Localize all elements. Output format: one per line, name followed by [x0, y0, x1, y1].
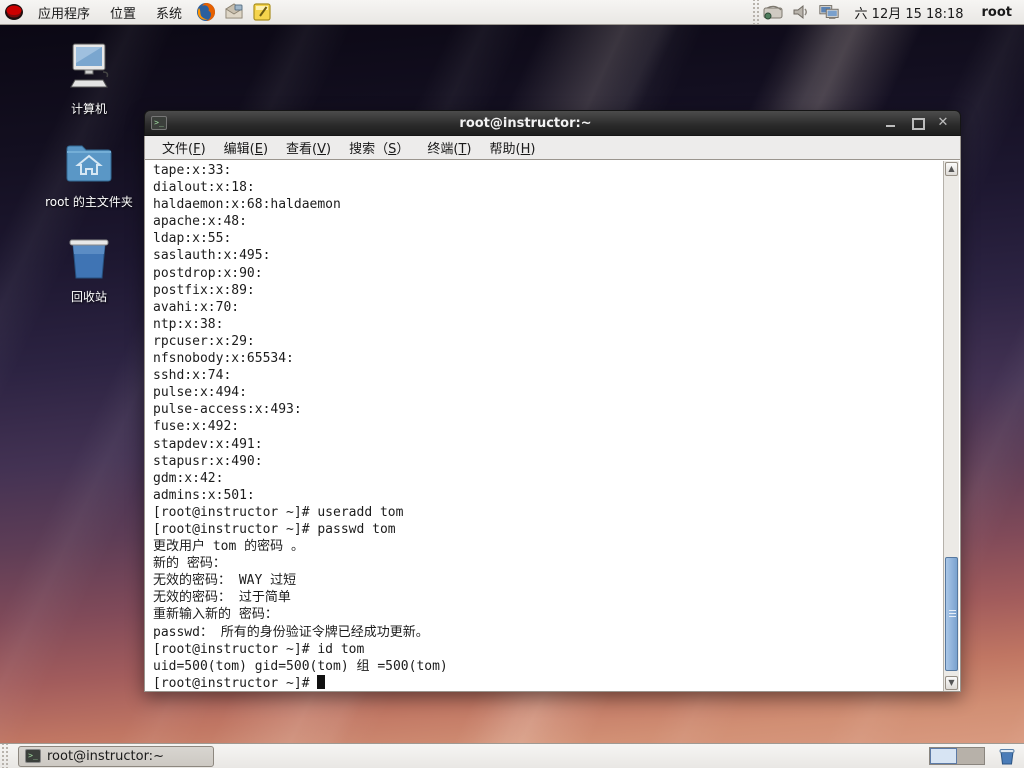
taskbar-window-label: root@instructor:~	[47, 748, 164, 764]
terminal-line: 重新输入新的 密码：	[153, 607, 278, 623]
home-folder-icon	[63, 141, 115, 189]
workspace-1[interactable]	[930, 748, 957, 764]
menu-terminal[interactable]: 终端(T)	[418, 138, 480, 157]
taskbar-trash-icon[interactable]	[996, 746, 1018, 766]
taskbar-terminal-icon: >_	[25, 749, 41, 763]
desktop-icon-computer[interactable]: 计算机	[30, 40, 148, 117]
email-icon[interactable]	[223, 1, 245, 23]
terminal-window-icon: >_	[151, 116, 167, 130]
menu-places[interactable]: 位置	[100, 0, 146, 24]
terminal-line: 更改用户 tom 的密码 。	[153, 539, 304, 555]
screen: 应用程序 位置 系统 六 12月 15 18:18 root 计算机 root …	[0, 0, 1024, 768]
terminal-line: avahi:x:70:	[153, 299, 240, 315]
computer-icon	[63, 40, 115, 96]
terminal-line: 新的 密码：	[153, 556, 226, 572]
terminal-line: 无效的密码： 过于简单	[153, 590, 291, 606]
terminal-menubar: 文件(F) 编辑(E) 查看(V) 搜索（S） 终端(T) 帮助(H)	[144, 136, 961, 160]
terminal-line: pulse-access:x:493:	[153, 402, 302, 418]
workspace-2[interactable]	[957, 748, 984, 764]
terminal-window: >_ root@instructor:~ ✕ 文件(F) 编辑(E) 查看(V)…	[144, 110, 961, 692]
terminal-line: postdrop:x:90:	[153, 265, 263, 281]
desktop-icons: 计算机 root 的主文件夹 回收站	[30, 40, 148, 329]
terminal-line: saslauth:x:495:	[153, 248, 271, 264]
terminal-line: [root@instructor ~]# id tom	[153, 641, 365, 657]
keyboard-icon[interactable]	[762, 2, 784, 22]
display-icon[interactable]	[818, 2, 840, 22]
terminal-prompt: [root@instructor ~]#	[153, 675, 318, 691]
top-panel: 应用程序 位置 系统 六 12月 15 18:18 root	[0, 0, 1024, 25]
terminal-line: haldaemon:x:68:haldaemon	[153, 197, 341, 213]
terminal-line: rpcuser:x:29:	[153, 333, 255, 349]
menu-help[interactable]: 帮助(H)	[480, 138, 544, 157]
scrollbar-thumb[interactable]	[945, 557, 958, 671]
terminal-line: tape:x:33:	[153, 163, 232, 178]
terminal-line: gdm:x:42:	[153, 470, 224, 486]
terminal-line: uid=500(tom) gid=500(tom) 组 =500(tom)	[153, 658, 448, 674]
terminal-line: [root@instructor ~]# passwd tom	[153, 521, 396, 537]
terminal-scrollbar[interactable]: ▲ ▼	[943, 161, 959, 691]
scroll-down-icon[interactable]: ▼	[945, 676, 958, 690]
desktop-icon-home-folder-label: root 的主文件夹	[45, 195, 133, 209]
menu-search[interactable]: 搜索（S）	[340, 138, 418, 157]
user-menu[interactable]: root	[976, 5, 1024, 20]
terminal-titlebar[interactable]: >_ root@instructor:~ ✕	[144, 110, 961, 136]
redhat-logo-icon[interactable]	[3, 1, 25, 23]
menu-file[interactable]: 文件(F)	[153, 138, 215, 157]
minimize-button[interactable]	[884, 116, 898, 130]
volume-icon[interactable]	[790, 2, 812, 22]
close-button[interactable]: ✕	[936, 116, 950, 130]
taskbar-grip[interactable]	[0, 744, 8, 768]
terminal-line: ntp:x:38:	[153, 316, 224, 332]
terminal-line: stapdev:x:491:	[153, 436, 263, 452]
terminal-line: dialout:x:18:	[153, 180, 255, 196]
window-title: root@instructor:~	[459, 115, 592, 131]
text-editor-icon[interactable]	[251, 1, 273, 23]
terminal-line: 无效的密码： WAY 过短	[153, 573, 297, 589]
menu-applications[interactable]: 应用程序	[28, 0, 100, 24]
firefox-icon[interactable]	[195, 1, 217, 23]
terminal-line: passwd： 所有的身份验证令牌已经成功更新。	[153, 624, 429, 640]
terminal-line: [root@instructor ~]# useradd tom	[153, 504, 404, 520]
panel-grip[interactable]	[750, 0, 759, 24]
menu-places-label: 位置	[110, 6, 137, 22]
terminal-line: admins:x:501:	[153, 487, 255, 503]
terminal-content[interactable]: tape:x:33: dialout:x:18: haldaemon:x:68:ha…	[144, 160, 961, 692]
terminal-line: nfsnobody:x:65534:	[153, 351, 294, 367]
menu-view[interactable]: 查看(V)	[277, 138, 340, 157]
bottom-panel: >_ root@instructor:~	[0, 743, 1024, 768]
terminal-line: apache:x:48:	[153, 214, 247, 230]
terminal-line: fuse:x:492:	[153, 419, 240, 435]
menu-applications-label: 应用程序	[38, 6, 91, 22]
terminal-line: sshd:x:74:	[153, 368, 232, 384]
terminal-prompt-line: [root@instructor ~]#	[153, 674, 940, 691]
terminal-line: pulse:x:494:	[153, 385, 247, 401]
desktop-icon-trash-label: 回收站	[70, 290, 107, 304]
terminal-cursor	[317, 674, 326, 689]
menu-system-label: 系统	[156, 6, 183, 22]
taskbar-window-button[interactable]: >_ root@instructor:~	[18, 745, 214, 767]
terminal-line: postfix:x:89:	[153, 282, 255, 298]
desktop-icon-home-folder[interactable]: root 的主文件夹	[30, 141, 148, 210]
trash-icon	[65, 234, 113, 284]
menu-edit[interactable]: 编辑(E)	[215, 138, 277, 157]
desktop-icon-trash[interactable]: 回收站	[30, 234, 148, 305]
maximize-button[interactable]	[910, 116, 925, 130]
workspace-switcher	[929, 747, 985, 765]
desktop-icon-computer-label: 计算机	[70, 102, 107, 116]
clock[interactable]: 六 12月 15 18:18	[843, 3, 976, 22]
terminal-line: stapusr:x:490:	[153, 453, 263, 469]
menu-system[interactable]: 系统	[146, 0, 192, 24]
terminal-line: ldap:x:55:	[153, 231, 232, 247]
terminal-output: tape:x:33: dialout:x:18: haldaemon:x:68:ha…	[153, 162, 940, 691]
scroll-up-icon[interactable]: ▲	[945, 162, 958, 176]
